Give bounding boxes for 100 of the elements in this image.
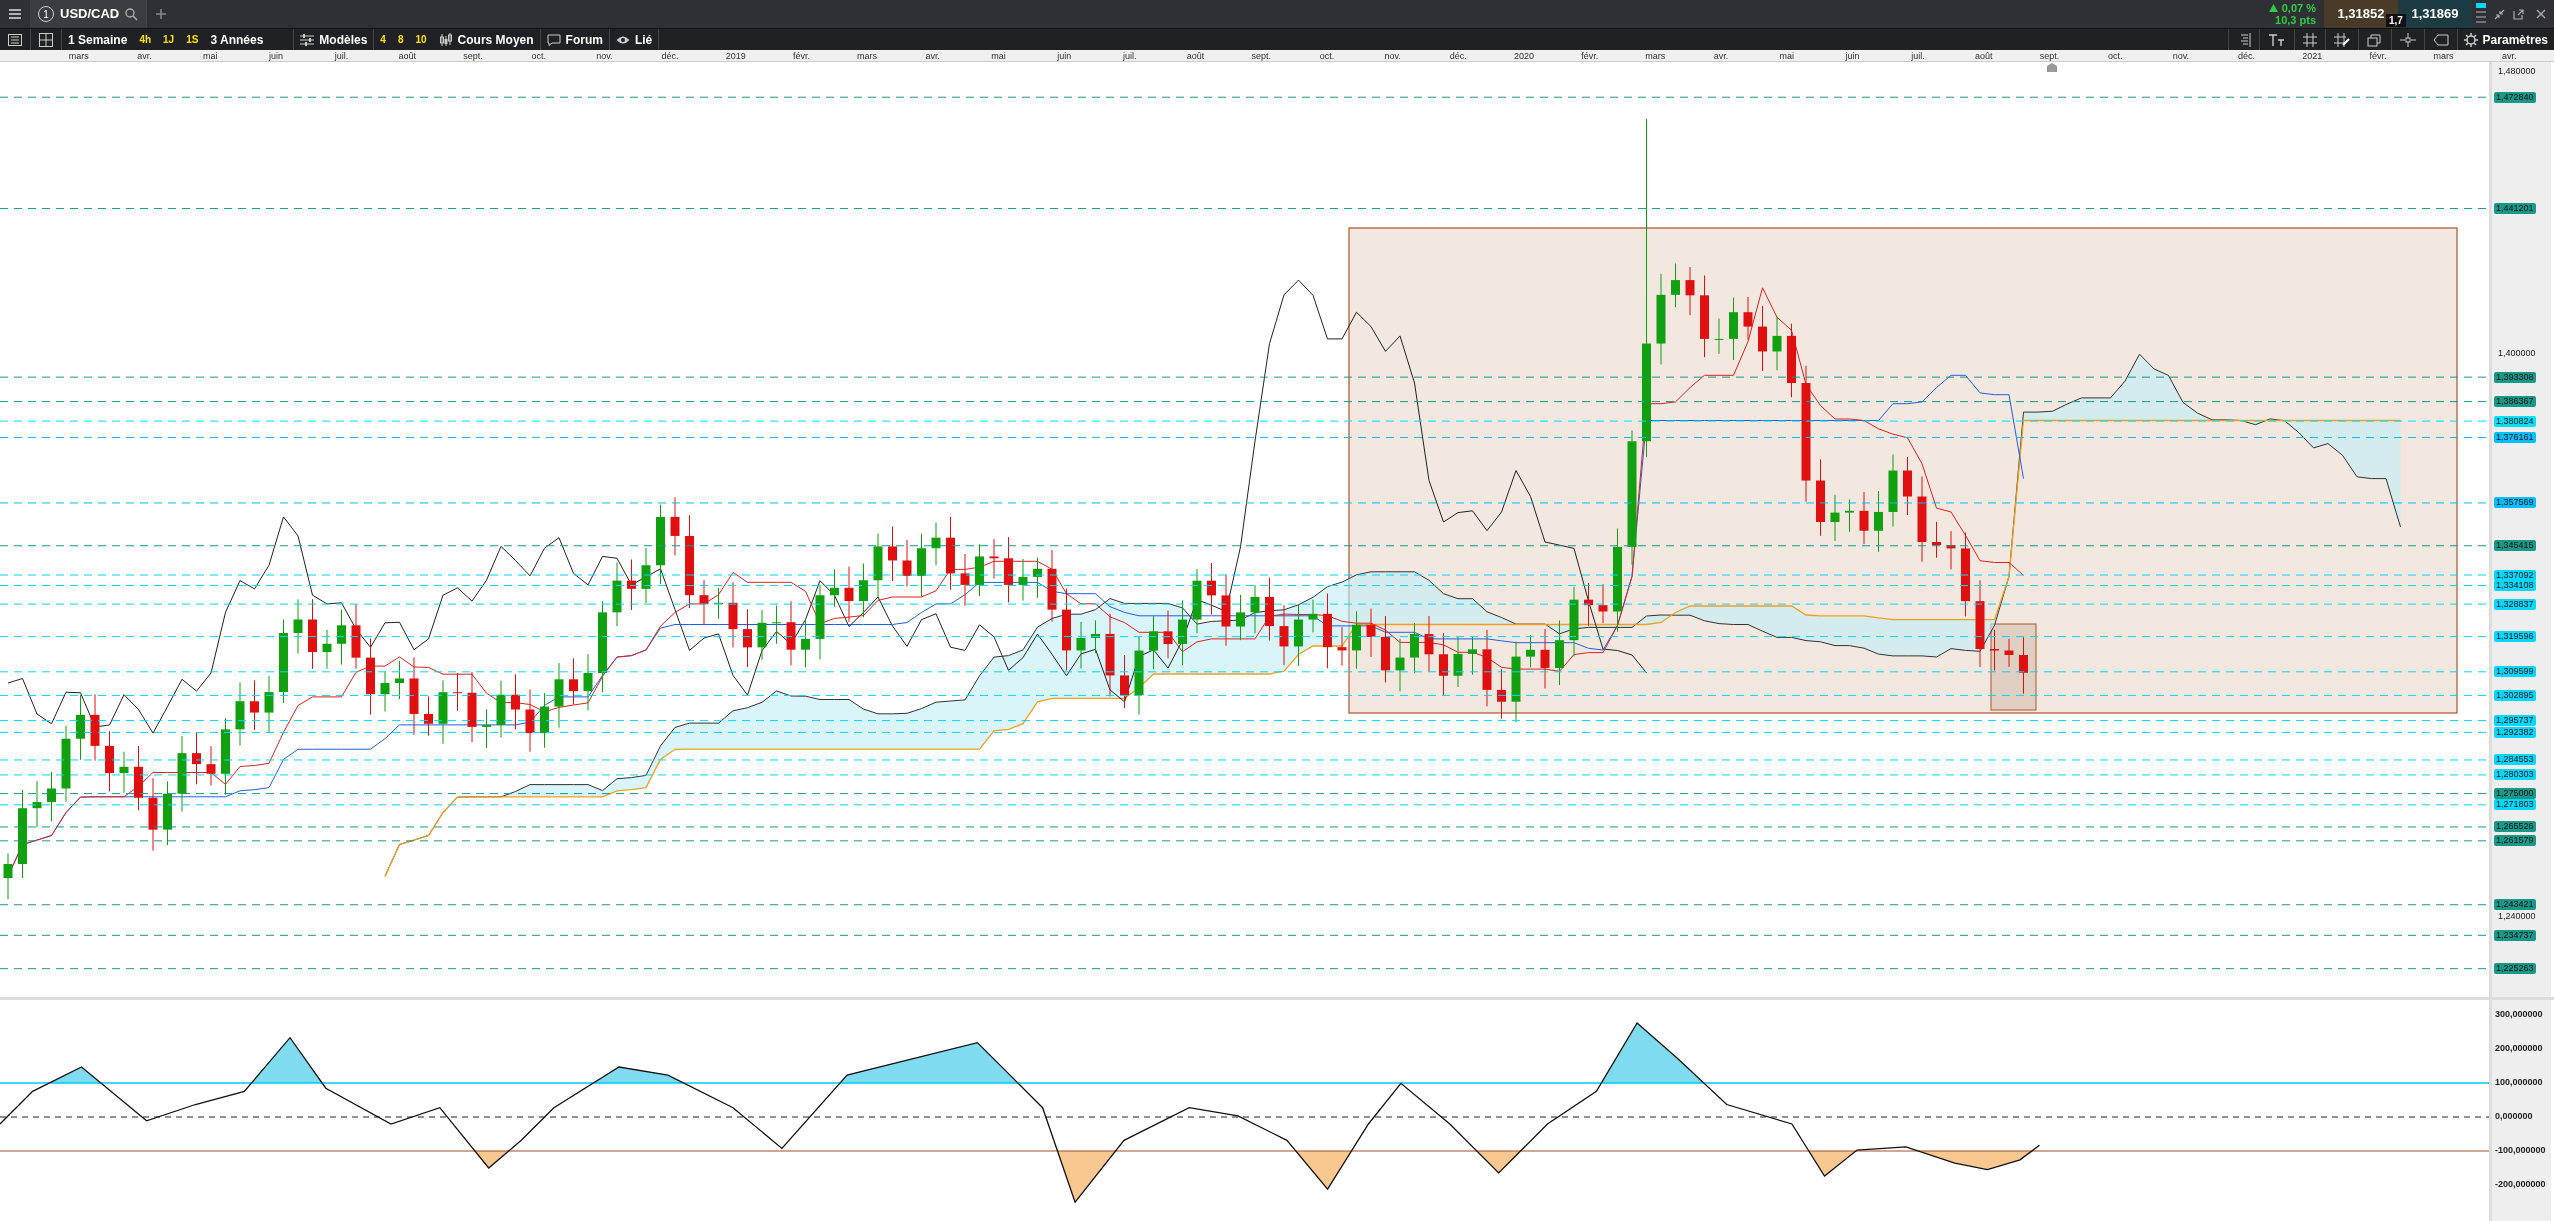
layout-button[interactable]: 10 [409, 28, 433, 51]
layout-button[interactable]: 8 [391, 28, 410, 51]
month-label: déc. [1448, 50, 1468, 61]
grid-magic-icon[interactable] [2333, 32, 2350, 47]
up-triangle-icon [2268, 4, 2278, 12]
forum-button[interactable]: Forum [540, 28, 609, 51]
month-label: mai [990, 50, 1007, 61]
month-label: nov. [595, 50, 614, 61]
month-label: juin [1844, 50, 1861, 61]
month-label: févr. [2368, 50, 2388, 61]
price-level-label[interactable]: 1,234737 [2494, 929, 2536, 941]
price-level-label[interactable]: 1,345415 [2494, 540, 2536, 552]
month-label: sept. [1250, 50, 1272, 61]
oscillator-tick-label: -200,000000 [2495, 1179, 2546, 1190]
month-label: juin [1056, 50, 1073, 61]
price-level-label[interactable]: 1,380824 [2494, 415, 2536, 427]
stack-icon[interactable] [2476, 2, 2486, 26]
month-label: mars [1644, 50, 1667, 61]
month-label: févr. [791, 50, 811, 61]
oscillator-tick-label: -100,000000 [2495, 1145, 2546, 1156]
oscillator-tick-label: 0,000000 [2495, 1111, 2533, 1122]
price-change: 0,07 % [2281, 2, 2316, 14]
sliders-icon [300, 33, 315, 46]
price-level-label[interactable]: 1,357569 [2494, 497, 2536, 509]
symbol-tab[interactable]: 1 USD/CAD [30, 0, 148, 28]
month-label: 2020 [1512, 50, 1535, 61]
list-icon[interactable] [8, 33, 22, 46]
crosshair-icon[interactable] [2399, 32, 2416, 47]
price-level-label[interactable]: 1,472840 [2494, 91, 2536, 103]
speech-bubble-icon [546, 33, 561, 46]
price-level-label[interactable]: 1,393308 [2494, 371, 2536, 383]
search-icon[interactable] [125, 7, 139, 21]
templates-button[interactable]: Modèles [294, 28, 374, 51]
layout-icon[interactable] [39, 32, 53, 47]
layout-button[interactable]: 4 [374, 28, 392, 51]
range-dropdown[interactable]: 3 Années [204, 28, 270, 51]
month-label: avr. [924, 50, 942, 61]
period-dropdown[interactable]: 1 Semaine [62, 28, 134, 51]
price-level-label[interactable]: 1,376161 [2494, 432, 2536, 443]
popout-icon[interactable] [2513, 8, 2524, 20]
eye-icon [615, 34, 630, 45]
month-label: mai [201, 50, 219, 61]
add-tab-icon[interactable] [155, 8, 168, 20]
candlestick-icon [438, 32, 453, 47]
label-icon[interactable] [2432, 33, 2449, 46]
price-level-label[interactable]: 1,280303 [2494, 769, 2536, 781]
price-level-label[interactable]: 1,441201 [2494, 203, 2536, 215]
chart-type-button[interactable]: Cours Moyen [432, 28, 540, 51]
month-label: oct. [530, 50, 547, 61]
price-level-label[interactable]: 1,319596 [2494, 631, 2536, 643]
oscillator-tick-label: 300,000000 [2495, 1009, 2543, 1020]
month-label: sept. [462, 50, 484, 61]
month-label: févr. [1580, 50, 1600, 61]
month-label: oct. [1318, 50, 1336, 61]
month-label: sept. [2038, 50, 2061, 61]
price-level-label[interactable]: 1,225263 [2494, 963, 2536, 975]
month-label: déc. [2237, 50, 2257, 61]
windows-icon[interactable] [2366, 32, 2383, 47]
month-label: nov. [2171, 50, 2190, 61]
spread-badge: 1,7 [2386, 14, 2406, 27]
month-label: 2021 [2301, 50, 2324, 61]
close-icon[interactable] [2536, 9, 2546, 19]
range-rectangle[interactable] [1348, 227, 2458, 714]
linked-button[interactable]: Lié [609, 28, 659, 51]
price-level-label[interactable]: 1,295737 [2494, 715, 2536, 727]
price-tick-label: 1,400000 [2498, 347, 2536, 359]
month-label: 2019 [724, 50, 747, 61]
price-level-label[interactable]: 1,292382 [2494, 726, 2536, 738]
month-label: août [1974, 50, 1994, 61]
period-button[interactable]: 1S [180, 28, 205, 51]
minimize-icon[interactable] [2494, 8, 2505, 20]
period-button[interactable]: 4h [133, 28, 158, 51]
price-level-label[interactable]: 1,265526 [2494, 821, 2536, 833]
price-level-label[interactable]: 1,275000 [2494, 788, 2536, 800]
menu-icon[interactable] [8, 8, 22, 20]
month-label: août [397, 50, 418, 61]
price-level-label[interactable]: 1,271803 [2494, 799, 2536, 811]
price-level-label[interactable]: 1,243421 [2494, 899, 2536, 911]
month-label: mai [1778, 50, 1795, 61]
oscillator-tick-label: 200,000000 [2495, 1043, 2543, 1054]
price-tick-label: 1,240000 [2498, 910, 2536, 922]
price-level-label[interactable]: 1,302895 [2494, 689, 2536, 701]
settings-button[interactable]: Paramètres [2457, 28, 2554, 51]
price-level-label[interactable]: 1,337092 [2494, 569, 2536, 581]
price-level-label[interactable]: 1,328837 [2494, 598, 2536, 610]
price-level-label[interactable]: 1,386367 [2494, 396, 2536, 408]
oscillator-tick-label: 100,000000 [2495, 1077, 2543, 1088]
month-label: juil. [333, 50, 350, 61]
price-level-label[interactable]: 1,261579 [2494, 835, 2536, 847]
price-level-label[interactable]: 1,284553 [2494, 754, 2536, 766]
month-label: nov. [1383, 50, 1402, 61]
text-size-icon[interactable] [2267, 32, 2286, 47]
price-level-label[interactable]: 1,334108 [2494, 580, 2536, 592]
month-label: avr. [2501, 50, 2518, 61]
grid-icon[interactable] [2302, 32, 2317, 47]
month-label: juil. [1121, 50, 1138, 61]
month-label: mars [2432, 50, 2455, 61]
period-button[interactable]: 1J [157, 28, 181, 51]
month-label: avr. [136, 50, 153, 61]
price-level-label[interactable]: 1,309599 [2494, 666, 2536, 678]
